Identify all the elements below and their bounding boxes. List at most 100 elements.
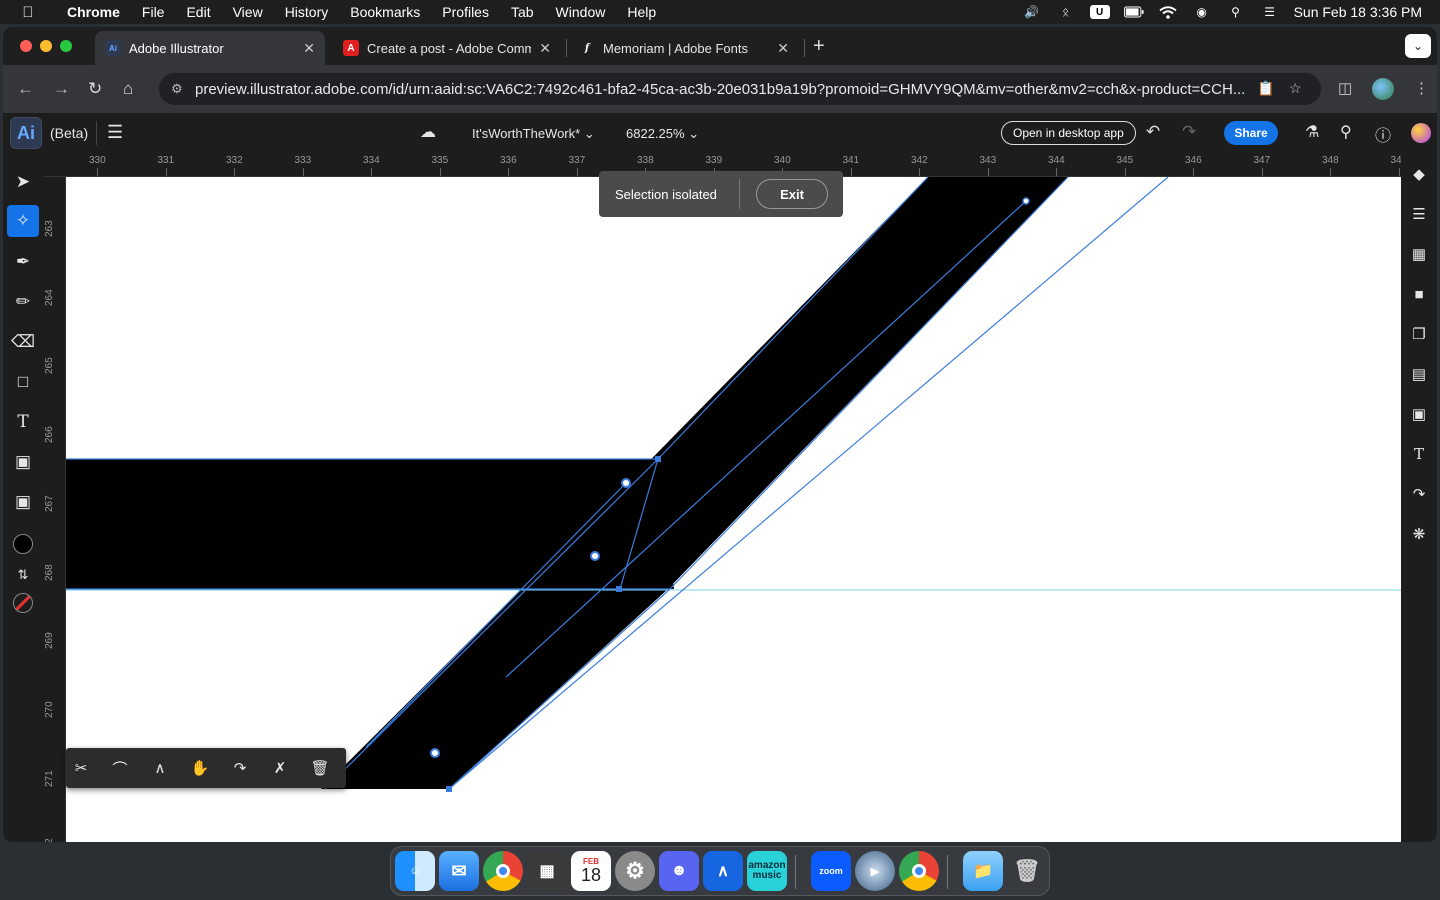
menu-edit[interactable]: Edit (175, 4, 221, 20)
control-center-icon[interactable]: ☰ (1260, 5, 1280, 19)
flask-experiments-icon[interactable]: ⚗ (1305, 122, 1319, 142)
chrome-icon[interactable] (483, 851, 523, 891)
apple-icon[interactable]:  (0, 4, 56, 21)
share-button[interactable]: Share (1224, 121, 1278, 145)
calendar-icon[interactable]: FEB 18 (571, 851, 611, 891)
comments-icon[interactable]: ■ (1408, 283, 1430, 305)
hamburger-menu-icon[interactable]: ☰ (107, 122, 123, 143)
minimize-window-button[interactable] (40, 40, 52, 52)
eraser-tool[interactable]: ⌫ (7, 326, 39, 358)
character-type-icon[interactable]: T (1408, 443, 1430, 465)
join-path-icon[interactable]: ↷ (229, 757, 251, 779)
type-tool[interactable]: T (7, 406, 39, 438)
menu-history[interactable]: History (274, 4, 340, 20)
input-source-icon[interactable]: U (1089, 5, 1110, 19)
profile-avatar[interactable] (1372, 78, 1394, 100)
menu-tab[interactable]: Tab (500, 4, 545, 20)
artboard-canvas[interactable] (66, 177, 1401, 842)
swatches-grid-icon[interactable]: ▦ (1408, 243, 1430, 265)
side-panel-icon[interactable]: ◫ (1338, 79, 1352, 97)
cloud-save-icon[interactable]: ☁ (420, 122, 436, 142)
bluetooth-icon[interactable]: ᛟ (1056, 5, 1076, 19)
system-settings-gear-icon[interactable]: ⚙ (615, 851, 655, 891)
close-tab-icon[interactable]: ✕ (303, 40, 315, 57)
zoom-level-dropdown[interactable]: 6822.25% ⌄ (626, 126, 699, 142)
stroke-none-swatch[interactable] (7, 587, 39, 619)
cloud-app-icon[interactable]: ∧ (703, 851, 743, 891)
search-icon[interactable]: ⚲ (1340, 122, 1352, 142)
site-settings-icon[interactable]: ⚙ (171, 81, 183, 97)
pencil-tool[interactable]: ✏ (7, 286, 39, 318)
reload-icon[interactable]: ↻ (88, 79, 102, 99)
image-tool[interactable]: ▣ (7, 486, 39, 518)
remove-anchor-icon[interactable]: ✂ (70, 757, 92, 779)
undo-icon[interactable]: ↶ (1146, 122, 1160, 142)
battery-icon[interactable] (1123, 5, 1144, 19)
maximize-window-button[interactable] (60, 40, 72, 52)
wifi-icon[interactable] (1158, 5, 1178, 19)
bookmark-star-icon[interactable]: ☆ (1289, 80, 1302, 97)
finder-icon[interactable]: ☺ (395, 851, 435, 891)
tab-adobe-fonts[interactable]: f Memoriam | Adobe Fonts ✕ (569, 31, 799, 65)
redo-icon[interactable]: ↷ (1182, 122, 1196, 142)
menu-window[interactable]: Window (545, 4, 617, 20)
discord-icon[interactable]: ☻ (659, 851, 699, 891)
selection-tool[interactable]: ➤ (7, 166, 39, 198)
menu-bookmarks[interactable]: Bookmarks (339, 4, 431, 20)
new-tab-icon[interactable]: + (813, 35, 825, 58)
calculator-icon[interactable]: ▦ (527, 851, 567, 891)
layers-icon[interactable]: ◆ (1408, 163, 1430, 185)
spotlight-search-icon[interactable]: ⚲ (1226, 5, 1246, 19)
home-icon[interactable]: ⌂ (123, 79, 133, 99)
properties-sliders-icon[interactable]: ☰ (1408, 203, 1430, 225)
menu-file[interactable]: File (131, 4, 176, 20)
artwork[interactable] (66, 177, 1401, 842)
open-in-desktop-button[interactable]: Open in desktop app (1001, 121, 1136, 145)
tab-adobe-community[interactable]: A Create a post - Adobe Comm ✕ (333, 31, 561, 65)
illustrator-logo[interactable]: Ai (10, 117, 42, 149)
align-icon[interactable]: ▤ (1408, 363, 1430, 385)
cut-path-icon[interactable]: ✗ (269, 757, 291, 779)
tab-adobe-illustrator[interactable]: Ai Adobe Illustrator ✕ (95, 31, 325, 65)
chrome-menu-icon[interactable]: ⋮ (1414, 79, 1429, 97)
user-account-icon[interactable]: ◉ (1192, 5, 1212, 19)
menu-help[interactable]: Help (616, 4, 667, 20)
delete-trash-icon[interactable]: 🗑 (309, 757, 331, 779)
address-bar[interactable]: ⚙ preview.illustrator.adobe.com/id/urn:a… (159, 73, 1321, 105)
document-name-dropdown[interactable]: It'sWorthTheWork* ⌄ (472, 126, 595, 142)
exit-isolation-button[interactable]: Exit (756, 179, 828, 209)
user-avatar[interactable] (1411, 123, 1431, 143)
duplicate-icon[interactable]: ❐ (1408, 323, 1430, 345)
help-icon[interactable]: ⓘ (1375, 122, 1391, 146)
menu-app-name[interactable]: Chrome (56, 4, 131, 20)
pen-tool[interactable]: ✒ (7, 246, 39, 278)
smooth-path-icon[interactable]: ✋ (189, 757, 211, 779)
rectangle-tool[interactable]: □ (7, 366, 39, 398)
forward-arrow-icon[interactable]: → (53, 79, 70, 99)
clipboard-icon[interactable]: 📋 (1257, 80, 1274, 97)
address-url[interactable]: preview.illustrator.adobe.com/id/urn:aai… (195, 81, 1249, 98)
path-curve-icon[interactable]: ↷ (1408, 483, 1430, 505)
amazon-music-icon[interactable]: amazon music (747, 851, 787, 891)
chrome-icon[interactable] (899, 851, 939, 891)
transform-icon[interactable]: ▣ (1408, 403, 1430, 425)
trash-icon[interactable]: 🗑 (1007, 851, 1047, 891)
menu-view[interactable]: View (222, 4, 274, 20)
direct-selection-tool[interactable]: ✧ (7, 205, 39, 237)
menubar-datetime[interactable]: Sun Feb 18 3:36 PM (1294, 4, 1422, 20)
fill-color-swatch[interactable] (7, 528, 39, 560)
close-tab-icon[interactable]: ✕ (539, 40, 551, 57)
convert-smooth-icon[interactable]: ⌒ (109, 757, 131, 779)
volume-icon[interactable]: 🔊 (1022, 5, 1042, 19)
convert-corner-icon[interactable]: ∧ (149, 757, 171, 779)
downloads-folder-icon[interactable]: 📁 (963, 851, 1003, 891)
close-window-button[interactable] (20, 40, 32, 52)
artboard-tool[interactable]: ▣ (7, 446, 39, 478)
back-arrow-icon[interactable]: ← (17, 79, 34, 99)
close-tab-icon[interactable]: ✕ (777, 40, 789, 57)
zoom-icon[interactable]: zoom (811, 851, 851, 891)
mail-icon[interactable]: ✉ (439, 851, 479, 891)
tab-search-chevron-icon[interactable]: ⌄ (1405, 34, 1431, 58)
menu-profiles[interactable]: Profiles (431, 4, 500, 20)
symbols-icon[interactable]: ❋ (1408, 523, 1430, 545)
